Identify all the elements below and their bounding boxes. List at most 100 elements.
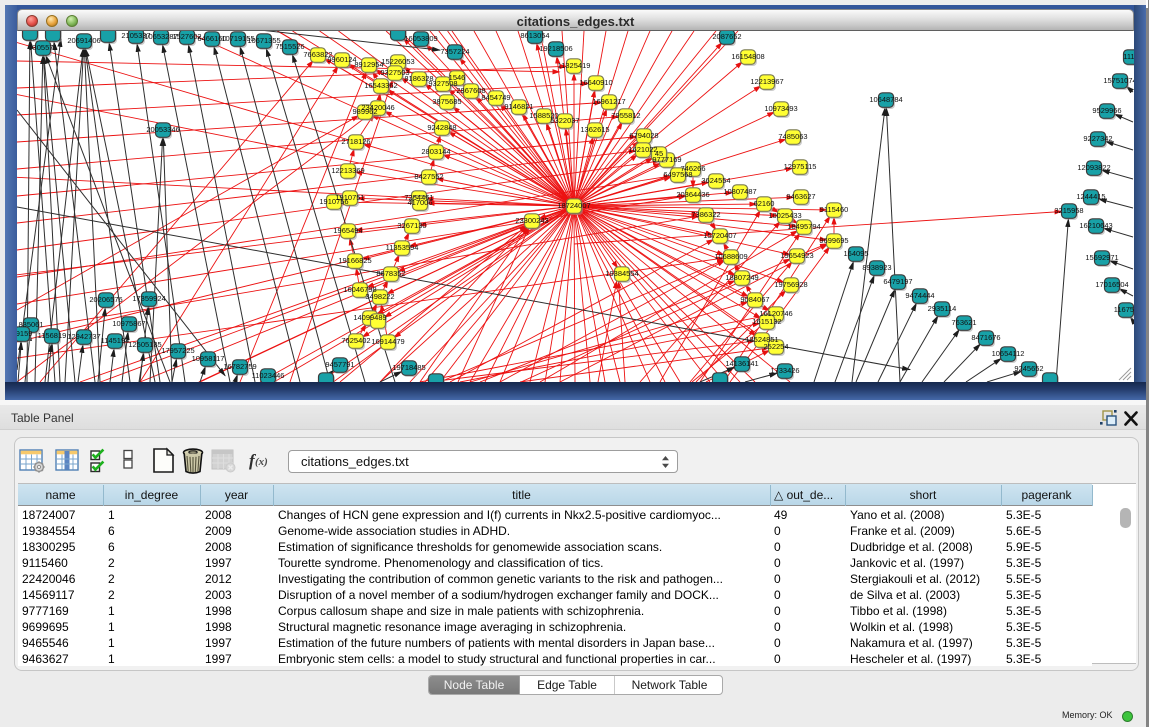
svg-text:9245652: 9245652 [1014,364,1043,373]
svg-text:1621022: 1621022 [628,145,657,154]
svg-text:835061: 835061 [18,320,43,329]
svg-text:12093822: 12093822 [1077,163,1110,172]
svg-text:23300243: 23300243 [515,216,548,225]
svg-text:20691406: 20691406 [67,36,100,45]
svg-text:9529966: 9529966 [1092,106,1121,115]
svg-text:10025433: 10025433 [768,211,801,220]
svg-text:116753: 116753 [1114,305,1134,314]
svg-text:15692971: 15692971 [1085,253,1118,262]
svg-text:11023446: 11023446 [252,371,285,380]
svg-text:39159: 39159 [17,329,32,338]
svg-text:12975115: 12975115 [784,162,817,171]
svg-text:1615132: 1615132 [752,317,781,326]
svg-text:9115460: 9115460 [820,205,849,214]
svg-text:3875685: 3875685 [432,97,461,106]
svg-text:(x): (x) [255,456,268,468]
svg-text:9227342: 9227342 [1083,134,1112,143]
svg-text:18724007: 18724007 [557,201,590,210]
svg-text:2087652: 2087652 [712,32,741,41]
svg-text:16782759: 16782759 [223,362,256,371]
svg-text:11325419: 11325419 [558,61,591,70]
svg-text:3267130: 3267130 [397,221,426,230]
svg-text:7485063: 7485063 [778,132,807,141]
svg-text:9960124: 9960124 [327,55,356,64]
svg-text:19718485: 19718485 [392,363,425,372]
svg-text:10973493: 10973493 [764,104,797,113]
svg-text:19218506: 19218506 [539,44,572,53]
svg-text:9699695: 9699695 [819,236,848,245]
svg-text:12505135: 12505135 [128,340,161,349]
svg-text:164095: 164095 [843,249,868,258]
svg-text:12942737: 12942737 [67,332,100,341]
svg-text:8678352: 8678352 [376,269,405,278]
svg-text:14099489: 14099489 [353,313,386,322]
svg-text:10648784: 10648784 [869,95,902,104]
svg-text:5322037: 5322037 [550,116,579,125]
svg-text:763621: 763621 [951,318,976,327]
svg-text:45: 45 [655,149,663,158]
svg-text:20053346: 20053346 [146,125,179,134]
svg-text:1244415: 1244415 [1076,192,1105,201]
svg-text:8938923: 8938923 [862,263,891,272]
svg-text:16154808: 16154808 [731,52,764,61]
svg-text:1117: 1117 [1123,52,1134,61]
svg-text:8454749: 8454749 [481,93,510,102]
svg-text:62160: 62160 [754,199,775,208]
svg-text:19654923: 19654923 [780,251,813,260]
svg-text:6794028: 6794028 [629,131,658,140]
svg-text:2935114: 2935114 [928,304,957,313]
svg-text:7515526: 7515526 [275,42,304,51]
svg-text:9084067: 9084067 [740,295,769,304]
svg-text:1546: 1546 [449,73,466,82]
svg-text:989962: 989962 [352,107,377,116]
svg-text:19384554: 19384554 [605,269,638,278]
svg-text:17016504: 17016504 [1095,280,1128,289]
svg-text:1362615: 1362615 [580,125,609,134]
svg-text:1910756: 1910756 [319,197,348,206]
svg-text:18495794: 18495794 [787,222,820,231]
svg-text:16053809: 16053809 [404,34,437,43]
svg-text:1156819: 1156819 [38,331,67,340]
svg-text:9457791: 9457791 [325,360,354,369]
svg-text:9242848: 9242848 [427,123,456,132]
svg-text:1965494: 1965494 [333,226,362,235]
svg-text:16210643: 16210643 [1079,221,1112,230]
svg-text:16914479: 16914479 [371,337,404,346]
svg-text:10958117: 10958117 [192,354,225,363]
svg-text:1305571: 1305571 [28,43,57,52]
svg-text:2803144: 2803144 [421,147,450,156]
svg-text:14136141: 14136141 [725,359,758,368]
svg-text:10807487: 10807487 [723,187,756,196]
svg-text:7386322: 7386322 [691,210,720,219]
svg-text:252254: 252254 [763,342,788,351]
svg-text:8471676: 8471676 [971,333,1000,342]
svg-text:6479197: 6479197 [883,277,912,286]
svg-text:2718126: 2718126 [341,137,370,146]
svg-text:10975867: 10975867 [112,319,145,328]
svg-text:8427552: 8427552 [414,172,443,181]
svg-text:7625402: 7625402 [341,336,370,345]
svg-text:3498222: 3498222 [365,292,394,301]
svg-text:16961217: 16961217 [592,97,625,106]
svg-text:3215958: 3215958 [1054,206,1083,215]
svg-text:9474444: 9474444 [905,291,934,300]
svg-text:8613054: 8613054 [520,31,549,40]
svg-text:11353594: 11353594 [386,243,419,252]
svg-text:19166825: 19166825 [338,256,371,265]
svg-text:19756928: 19756928 [774,280,807,289]
svg-text:3624554: 3624554 [701,176,730,185]
svg-text:17957225: 17957225 [161,346,194,355]
svg-text:15751074: 15751074 [1103,76,1134,85]
svg-text:7955812: 7955812 [611,111,640,120]
svg-text:16543362: 16543362 [364,81,397,90]
svg-text:1145194: 1145194 [101,336,130,345]
svg-text:9463627: 9463627 [786,192,815,201]
svg-text:417006: 417006 [407,198,432,207]
svg-text:9146821: 9146821 [504,102,533,111]
svg-text:12213369: 12213369 [331,166,364,175]
svg-text:6497568: 6497568 [663,170,692,179]
svg-text:10688609: 10688609 [714,252,747,261]
svg-text:15720407: 15720407 [703,231,736,240]
svg-text:18807249: 18807249 [725,273,758,282]
svg-text:16640910: 16640910 [579,78,612,87]
